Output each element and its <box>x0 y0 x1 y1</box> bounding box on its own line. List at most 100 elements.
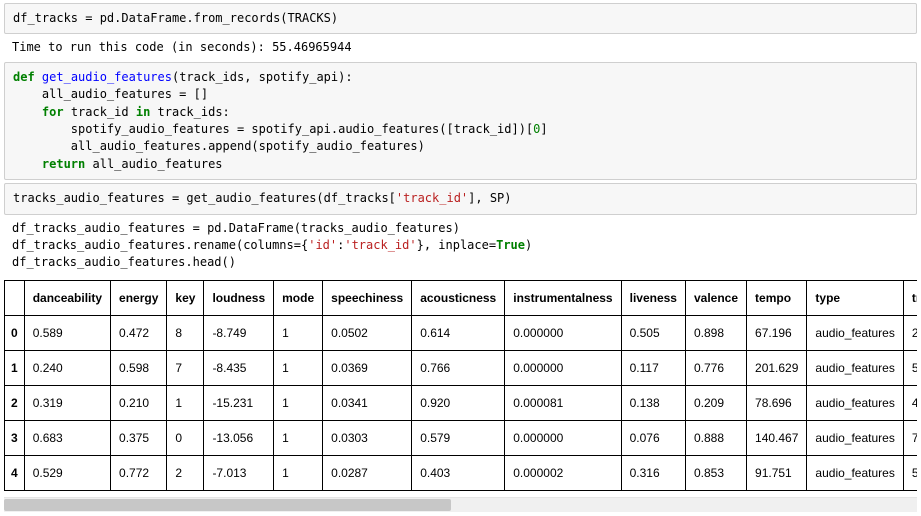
code-line: ) <box>525 238 532 252</box>
cell: 5hsIUAKq9I9CG2bAuII <box>903 350 917 385</box>
cell: 1 <box>274 455 323 490</box>
cell: -13.056 <box>204 420 274 455</box>
cell: 0.000002 <box>505 455 621 490</box>
cell: 1 <box>167 385 204 420</box>
cell: 201.629 <box>747 350 807 385</box>
cell: 0.888 <box>685 420 746 455</box>
cell: 0 <box>167 420 204 455</box>
col-header: tempo <box>747 280 807 315</box>
cell: 1 <box>274 385 323 420</box>
col-header: acousticness <box>412 280 505 315</box>
cell: 4PS1e8f2LvuTFgUs1C <box>903 385 917 420</box>
cell: 0.138 <box>621 385 685 420</box>
loop-var: track_id <box>71 105 129 119</box>
table-row: 20.3190.2101-15.23110.03410.9200.0000810… <box>5 385 918 420</box>
keyword-true: True <box>496 238 525 252</box>
cell: 0.403 <box>412 455 505 490</box>
code-cell-3: tracks_audio_features = get_audio_featur… <box>4 183 917 214</box>
cell: audio_features <box>807 315 903 350</box>
cell: 1 <box>274 420 323 455</box>
output-text: Time to run this code (in seconds): 55.4… <box>12 40 352 54</box>
row-index: 2 <box>5 385 25 420</box>
cell: 0.529 <box>24 455 110 490</box>
table-row: 10.2400.5987-8.43510.03690.7660.0000000.… <box>5 350 918 385</box>
cell: 0.579 <box>412 420 505 455</box>
code-cell-2: def get_audio_features(track_ids, spotif… <box>4 62 917 180</box>
indent <box>13 157 42 171</box>
cell: 140.467 <box>747 420 807 455</box>
signature: (track_ids, spotify_api): <box>172 70 353 84</box>
cell: 0.316 <box>621 455 685 490</box>
col-header: loudness <box>204 280 274 315</box>
output-timing: Time to run this code (in seconds): 55.4… <box>4 37 917 58</box>
cell: 0.0303 <box>323 420 412 455</box>
cell: 0.589 <box>24 315 110 350</box>
code-line: all_audio_features.append(spotify_audio_… <box>13 139 425 153</box>
cell: audio_features <box>807 350 903 385</box>
cell: 67.196 <box>747 315 807 350</box>
cell: 8 <box>167 315 204 350</box>
code-cell-1: df_tracks = pd.DataFrame.from_records(TR… <box>4 3 917 34</box>
table-header-row: danceability energy key loudness mode sp… <box>5 280 918 315</box>
cell: 1 <box>274 315 323 350</box>
code-line: track_ids: <box>150 105 229 119</box>
code-line: ] <box>540 122 547 136</box>
cell: 0.375 <box>111 420 167 455</box>
dataframe-output: danceability energy key loudness mode sp… <box>4 280 917 491</box>
table-row: 40.5290.7722-7.01310.02870.4030.0000020.… <box>5 455 918 490</box>
cell: 0.472 <box>111 315 167 350</box>
col-header: liveness <box>621 280 685 315</box>
horizontal-scrollbar[interactable] <box>4 497 917 512</box>
cell: audio_features <box>807 420 903 455</box>
code-line: df_tracks = pd.DataFrame.from_records(TR… <box>13 11 338 25</box>
cell: 0.0369 <box>323 350 412 385</box>
col-header: valence <box>685 280 746 315</box>
cell: 0.117 <box>621 350 685 385</box>
string-literal: 'track_id' <box>344 238 416 252</box>
cell: -15.231 <box>204 385 274 420</box>
col-header: track_id <box>903 280 917 315</box>
cell: 0.853 <box>685 455 746 490</box>
cell: 0.683 <box>24 420 110 455</box>
cell: 0.598 <box>111 350 167 385</box>
row-index: 1 <box>5 350 25 385</box>
row-index: 3 <box>5 420 25 455</box>
cell: 78.696 <box>747 385 807 420</box>
table-row: 30.6830.3750-13.05610.03030.5790.0000000… <box>5 420 918 455</box>
cell: 0.000000 <box>505 350 621 385</box>
code-line: df_tracks_audio_features = pd.DataFrame(… <box>12 221 460 235</box>
cell: 0.209 <box>685 385 746 420</box>
row-index: 0 <box>5 315 25 350</box>
table-row: 00.5890.4728-8.74910.05020.6140.0000000.… <box>5 315 918 350</box>
cell: -7.013 <box>204 455 274 490</box>
cell: 0.076 <box>621 420 685 455</box>
scrollbar-thumb[interactable] <box>4 499 451 511</box>
dataframe-table: danceability energy key loudness mode sp… <box>4 280 917 491</box>
cell: 0.614 <box>412 315 505 350</box>
cell: 0.000081 <box>505 385 621 420</box>
keyword-in: in <box>136 105 150 119</box>
code-line: all_audio_features <box>85 157 222 171</box>
cell: 0.898 <box>685 315 746 350</box>
cell: 0.240 <box>24 350 110 385</box>
cell: -8.435 <box>204 350 274 385</box>
indent <box>13 105 42 119</box>
row-index: 4 <box>5 455 25 490</box>
cell: 7 <box>167 350 204 385</box>
keyword-return: return <box>42 157 85 171</box>
col-header: instrumentalness <box>505 280 621 315</box>
cell: 0.0287 <box>323 455 412 490</box>
code-line: spotify_audio_features = spotify_api.aud… <box>13 122 533 136</box>
cell: 5ASM6Qjiav2xPe7gRk <box>903 455 917 490</box>
corner-cell <box>5 280 25 315</box>
cell: 1 <box>274 350 323 385</box>
cell: audio_features <box>807 455 903 490</box>
code-line: tracks_audio_features = get_audio_featur… <box>13 191 396 205</box>
cell: 0.0341 <box>323 385 412 420</box>
cell: 0.000000 <box>505 315 621 350</box>
code-line: ], SP) <box>468 191 511 205</box>
keyword-def: def <box>13 70 35 84</box>
keyword-for: for <box>42 105 64 119</box>
cell: 0.772 <box>111 455 167 490</box>
col-header: energy <box>111 280 167 315</box>
